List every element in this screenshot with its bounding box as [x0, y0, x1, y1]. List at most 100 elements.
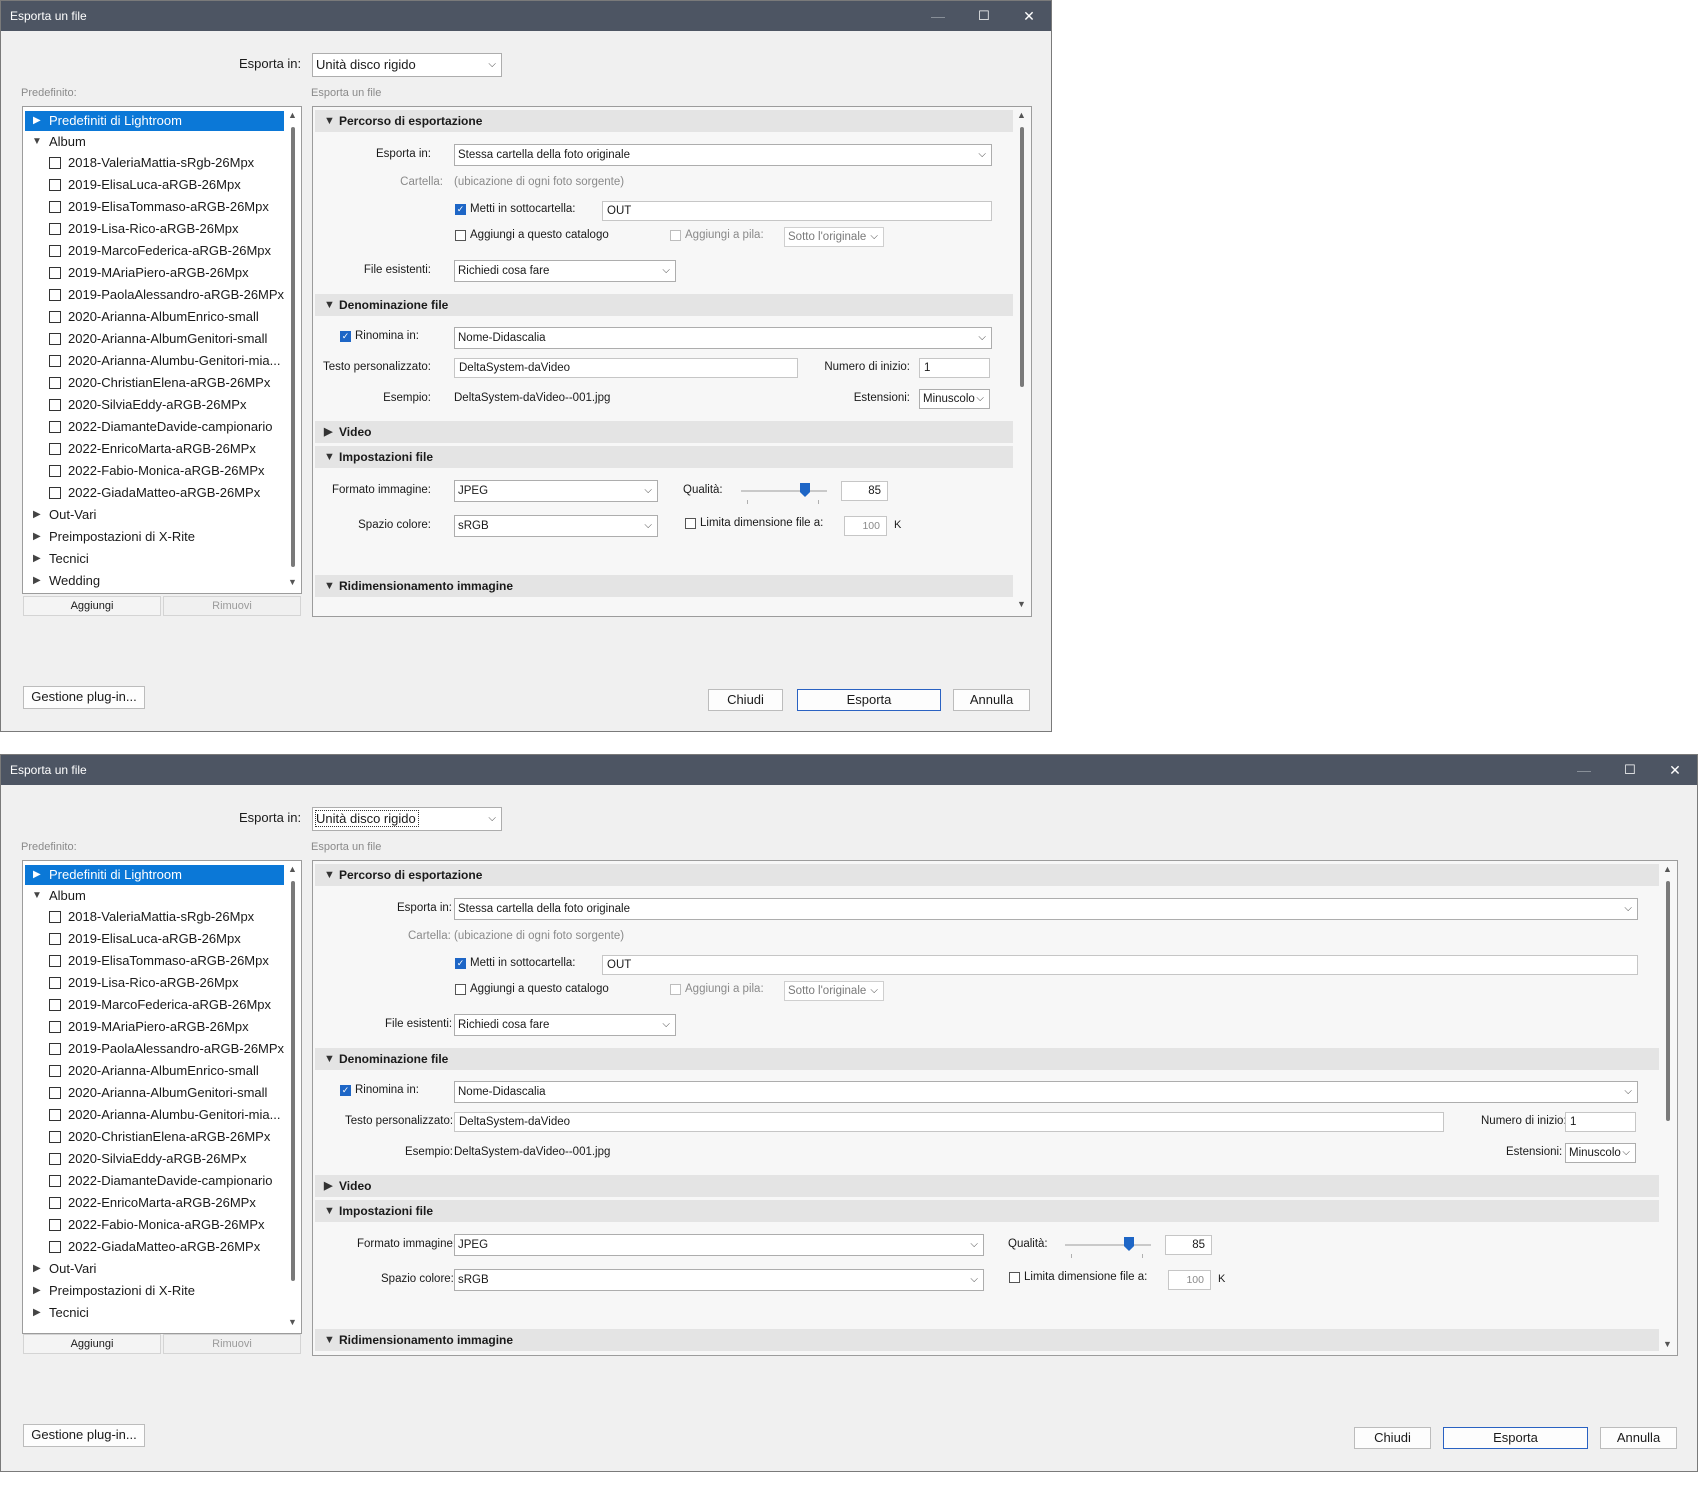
scroll-down-icon[interactable]: ▼: [288, 1317, 297, 1327]
preset-checkbox[interactable]: [49, 223, 61, 235]
album-preset-item[interactable]: 2019-MAriaPiero-aRGB-26Mpx: [25, 1017, 284, 1037]
album-preset-item[interactable]: 2022-Fabio-Monica-aRGB-26MPx: [25, 1215, 284, 1235]
preset-checkbox[interactable]: [49, 977, 61, 989]
preset-checkbox[interactable]: [49, 201, 61, 213]
preset-checkbox[interactable]: [49, 1109, 61, 1121]
existing-files-select[interactable]: Richiedi cosa fare ⌵: [454, 260, 676, 282]
limit-size-checkbox[interactable]: [685, 518, 696, 529]
maximize-icon[interactable]: ☐: [961, 1, 1007, 31]
start-number-input[interactable]: 1: [919, 358, 990, 378]
add-preset-button[interactable]: Aggiungi: [23, 596, 161, 616]
preset-checkbox[interactable]: [49, 1087, 61, 1099]
preset-checkbox[interactable]: [49, 955, 61, 967]
plugin-manager-button[interactable]: Gestione plug-in...: [23, 686, 145, 709]
preset-checkbox[interactable]: [49, 1043, 61, 1055]
album-preset-item[interactable]: 2020-Arianna-AlbumEnrico-small: [25, 1061, 284, 1081]
preset-checkbox[interactable]: [49, 911, 61, 923]
scroll-up-icon[interactable]: ▲: [1017, 110, 1026, 120]
preset-checkbox[interactable]: [49, 465, 61, 477]
tree-group-item[interactable]: ▶ Out-Vari: [25, 505, 284, 525]
album-preset-item[interactable]: 2019-ElisaTommaso-aRGB-26Mpx: [25, 197, 284, 217]
preset-tree[interactable]: ▶ Predefiniti di Lightroom ▼ Album 2018-…: [22, 860, 302, 1334]
preset-checkbox[interactable]: [49, 1021, 61, 1033]
limit-size-checkbox[interactable]: [1009, 1272, 1020, 1283]
preset-checkbox[interactable]: [49, 1065, 61, 1077]
preset-checkbox[interactable]: [49, 421, 61, 433]
tree-group-lightroom[interactable]: ▶ Predefiniti di Lightroom: [25, 865, 284, 885]
add-preset-button[interactable]: Aggiungi: [23, 1334, 161, 1354]
album-preset-item[interactable]: 2022-EnricoMarta-aRGB-26MPx: [25, 1193, 284, 1213]
album-preset-item[interactable]: 2019-PaolaAlessandro-aRGB-26MPx: [25, 285, 284, 305]
preset-checkbox[interactable]: [49, 443, 61, 455]
section-file-settings[interactable]: ▼ Impostazioni file: [315, 446, 1013, 468]
section-video[interactable]: ▶ Video: [315, 1175, 1659, 1197]
section-file-naming[interactable]: ▼ Denominazione file: [315, 294, 1013, 316]
tree-group-item[interactable]: ▶ Out-Vari: [25, 1259, 284, 1279]
album-preset-item[interactable]: 2020-Arianna-AlbumGenitori-small: [25, 1083, 284, 1103]
preset-checkbox[interactable]: [49, 999, 61, 1011]
album-preset-item[interactable]: 2020-ChristianElena-aRGB-26MPx: [25, 373, 284, 393]
album-preset-item[interactable]: 2020-Arianna-AlbumEnrico-small: [25, 307, 284, 327]
quality-input[interactable]: 85: [1165, 1235, 1212, 1255]
triangle-right-icon[interactable]: ▶: [33, 1281, 41, 1301]
subfolder-checkbox[interactable]: ✓: [455, 204, 466, 215]
preset-checkbox[interactable]: [49, 933, 61, 945]
preset-checkbox[interactable]: [49, 1131, 61, 1143]
cancel-button[interactable]: Annulla: [1600, 1427, 1677, 1449]
rename-checkbox[interactable]: ✓: [340, 331, 351, 342]
minimize-icon[interactable]: —: [1561, 755, 1607, 785]
triangle-right-icon[interactable]: ▶: [33, 1259, 41, 1279]
preset-checkbox[interactable]: [49, 1175, 61, 1187]
preset-checkbox[interactable]: [49, 355, 61, 367]
triangle-right-icon[interactable]: ▶: [33, 1303, 41, 1323]
preset-checkbox[interactable]: [49, 245, 61, 257]
stack-select[interactable]: Sotto l'originale ⌵: [784, 227, 884, 247]
add-stack-checkbox[interactable]: [670, 230, 681, 241]
tree-group-item[interactable]: ▶ Wedding: [25, 571, 284, 591]
preset-checkbox[interactable]: [49, 157, 61, 169]
maximize-icon[interactable]: ☐: [1607, 755, 1653, 785]
close-button[interactable]: Chiudi: [708, 689, 783, 711]
tree-group-item[interactable]: ▶ Tecnici: [25, 1303, 284, 1323]
rename-checkbox[interactable]: ✓: [340, 1085, 351, 1096]
scroll-down-icon[interactable]: ▼: [1663, 1339, 1672, 1349]
location-export-to-select[interactable]: Stessa cartella della foto originale ⌵: [454, 898, 1638, 920]
close-icon[interactable]: ✕: [1006, 1, 1052, 31]
triangle-right-icon[interactable]: ▶: [33, 527, 41, 547]
settings-scrollbar[interactable]: ▲ ▼: [1661, 861, 1675, 1355]
section-file-settings[interactable]: ▼ Impostazioni file: [315, 1200, 1659, 1222]
export-button[interactable]: Esporta: [1443, 1427, 1588, 1449]
album-preset-item[interactable]: 2018-ValeriaMattia-sRgb-26Mpx: [25, 907, 284, 927]
stack-select[interactable]: Sotto l'originale ⌵: [784, 981, 884, 1001]
quality-slider-thumb[interactable]: [1124, 1237, 1134, 1251]
album-preset-item[interactable]: 2022-GiadaMatteo-aRGB-26MPx: [25, 1237, 284, 1257]
album-preset-item[interactable]: 2019-MAriaPiero-aRGB-26Mpx: [25, 263, 284, 283]
album-preset-item[interactable]: 2019-MarcoFederica-aRGB-26Mpx: [25, 241, 284, 261]
triangle-right-icon[interactable]: ▶: [33, 571, 41, 591]
preset-checkbox[interactable]: [49, 399, 61, 411]
preset-checkbox[interactable]: [49, 267, 61, 279]
export-to-select[interactable]: Unità disco rigido ⌵: [312, 53, 502, 77]
preset-checkbox[interactable]: [49, 1241, 61, 1253]
album-preset-item[interactable]: 2022-EnricoMarta-aRGB-26MPx: [25, 439, 284, 459]
scroll-up-icon[interactable]: ▲: [1663, 864, 1672, 874]
album-preset-item[interactable]: 2019-Lisa-Rico-aRGB-26Mpx: [25, 219, 284, 239]
preset-scrollbar[interactable]: ▲ ▼: [286, 107, 300, 593]
cancel-button[interactable]: Annulla: [953, 689, 1030, 711]
color-space-select[interactable]: sRGB ⌵: [454, 515, 658, 537]
tree-group-lightroom[interactable]: ▶ Predefiniti di Lightroom: [25, 111, 284, 131]
custom-text-input[interactable]: DeltaSystem-daVideo: [454, 1112, 1444, 1132]
album-preset-item[interactable]: 2022-Fabio-Monica-aRGB-26MPx: [25, 461, 284, 481]
album-preset-item[interactable]: 2020-SilviaEddy-aRGB-26MPx: [25, 1149, 284, 1169]
scroll-thumb[interactable]: [291, 881, 295, 1281]
preset-checkbox[interactable]: [49, 487, 61, 499]
extensions-select[interactable]: Minuscolo ⌵: [1565, 1143, 1636, 1163]
tree-group-item[interactable]: ▶ Tecnici: [25, 549, 284, 569]
scroll-thumb[interactable]: [1020, 127, 1024, 387]
export-to-select[interactable]: Unità disco rigido ⌵: [312, 807, 502, 831]
triangle-right-icon[interactable]: ▶: [33, 549, 41, 569]
album-preset-item[interactable]: 2019-Lisa-Rico-aRGB-26Mpx: [25, 973, 284, 993]
quality-slider-thumb[interactable]: [800, 483, 810, 497]
tree-group-album[interactable]: ▼ Album: [25, 886, 284, 906]
section-export-location[interactable]: ▼ Percorso di esportazione: [315, 110, 1013, 132]
